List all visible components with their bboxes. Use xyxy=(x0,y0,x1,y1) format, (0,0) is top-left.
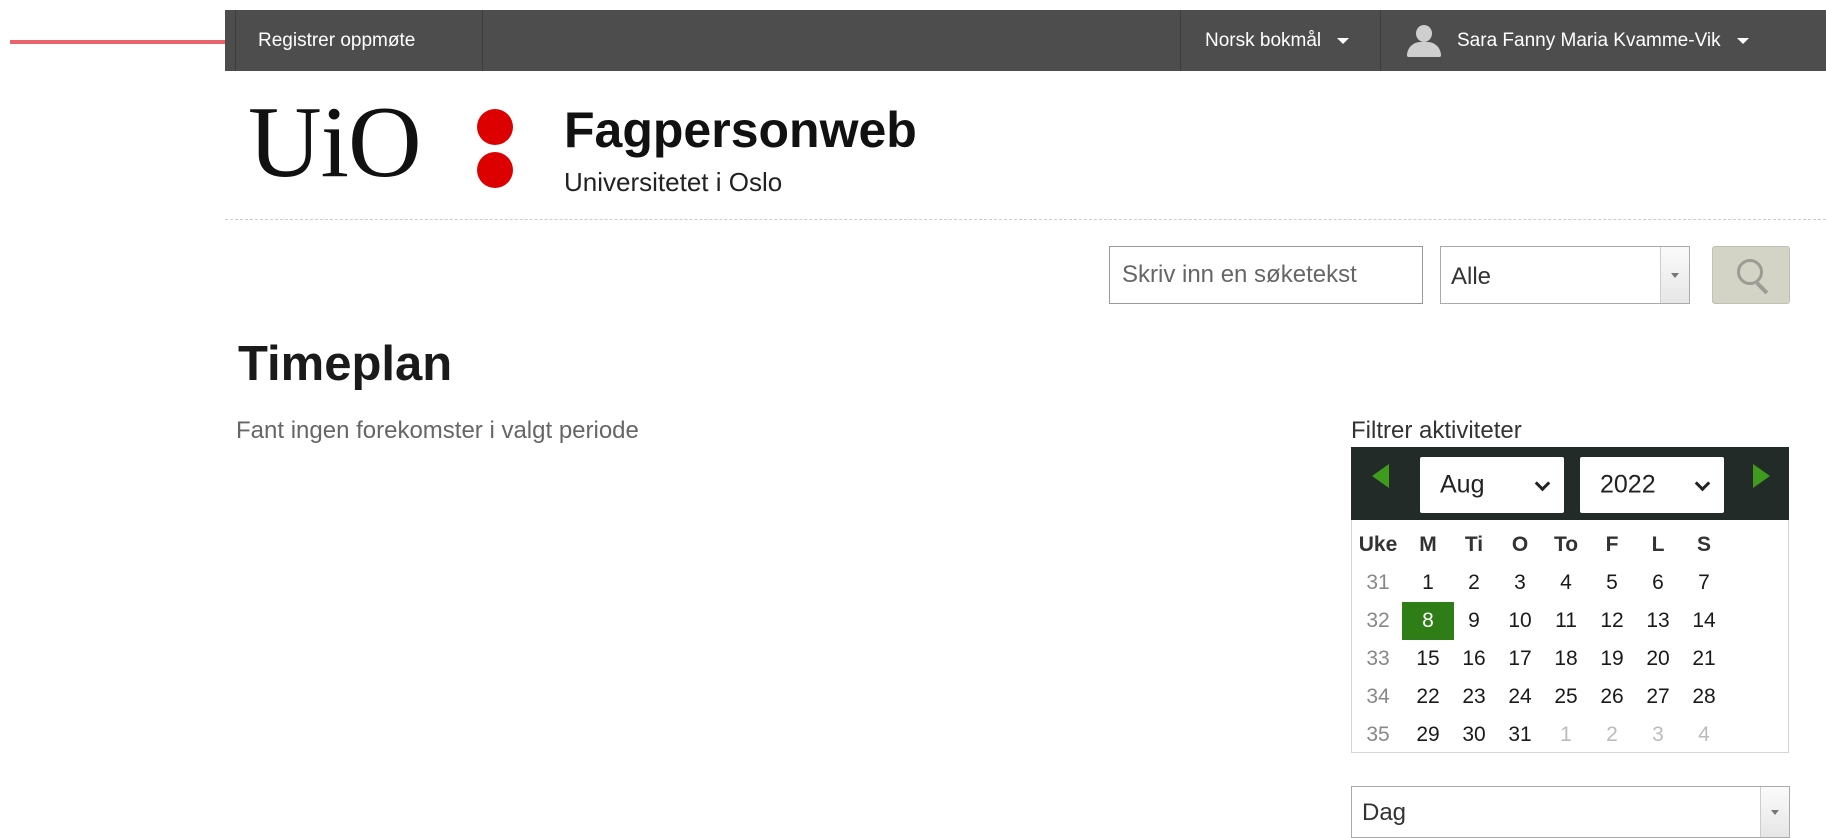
calendar-day[interactable]: 31 xyxy=(1494,716,1546,754)
calendar-day[interactable]: 22 xyxy=(1402,678,1454,716)
top-navbar: Registrer oppmøte Norsk bokmål Sara Fann… xyxy=(225,10,1826,71)
calendar-day[interactable]: 20 xyxy=(1632,640,1684,678)
calendar-week-row: 33 15 16 17 18 19 20 21 xyxy=(1352,640,1790,678)
calendar-day[interactable]: 18 xyxy=(1540,640,1592,678)
week-number[interactable]: 33 xyxy=(1352,640,1404,678)
calendar-day[interactable]: 12 xyxy=(1586,602,1638,640)
previous-month-icon[interactable] xyxy=(1372,464,1389,488)
select-arrow-button[interactable] xyxy=(1660,247,1689,303)
select-arrow-button[interactable] xyxy=(1760,787,1789,837)
week-number[interactable]: 35 xyxy=(1352,716,1404,754)
weekday-header: M xyxy=(1419,533,1437,556)
calendar-day[interactable]: 3 xyxy=(1632,716,1684,754)
register-attendance-label: Registrer oppmøte xyxy=(258,29,416,51)
calendar-day[interactable]: 3 xyxy=(1494,564,1546,602)
chevron-down-icon xyxy=(1671,273,1679,278)
weekday-header: Uke xyxy=(1358,533,1398,556)
calendar-weekday-header: Uke M Ti O To F L S xyxy=(1352,526,1790,564)
week-number[interactable]: 34 xyxy=(1352,678,1404,716)
page-title: Timeplan xyxy=(238,337,453,391)
weekday-header: S xyxy=(1696,533,1711,556)
calendar-day[interactable]: 19 xyxy=(1586,640,1638,678)
search-scope-value: Alle xyxy=(1451,263,1492,290)
month-value: Aug xyxy=(1440,470,1485,499)
calendar-day[interactable]: 30 xyxy=(1448,716,1500,754)
caret-down-icon xyxy=(1736,37,1749,44)
user-menu-dropdown[interactable]: Sara Fanny Maria Kvamme-Vik xyxy=(1381,10,1826,71)
calendar-day[interactable]: 7 xyxy=(1678,564,1730,602)
chevron-down-icon xyxy=(1771,810,1779,815)
calendar-day[interactable]: 14 xyxy=(1678,602,1730,640)
calendar-day[interactable]: 4 xyxy=(1678,716,1730,754)
weekday-header: O xyxy=(1511,533,1529,556)
weekday-header: To xyxy=(1553,533,1579,556)
calendar-day[interactable]: 24 xyxy=(1494,678,1546,716)
calendar-day[interactable]: 11 xyxy=(1540,602,1592,640)
week-number[interactable]: 32 xyxy=(1352,602,1404,640)
calendar-day[interactable]: 15 xyxy=(1402,640,1454,678)
header-divider xyxy=(225,219,1826,220)
user-icon xyxy=(1407,24,1441,57)
year-select[interactable]: 2022 xyxy=(1580,457,1724,513)
view-select[interactable]: Dag xyxy=(1351,786,1790,838)
month-select[interactable]: Aug xyxy=(1420,457,1564,513)
calendar-day[interactable]: 2 xyxy=(1448,564,1500,602)
weekday-header: Ti xyxy=(1464,533,1484,556)
uio-logo[interactable]: UiO xyxy=(248,92,422,194)
calendar-grid: Uke M Ti O To F L S 31 1 2 3 4 5 6 7 32 8 9 10 11 12 13 14 33 15 1… xyxy=(1351,520,1789,753)
calendar-day[interactable]: 5 xyxy=(1586,564,1638,602)
calendar-day[interactable]: 25 xyxy=(1540,678,1592,716)
logo-dot-icon xyxy=(477,152,513,188)
calendar-day[interactable]: 16 xyxy=(1448,640,1500,678)
calendar-week-row: 31 1 2 3 4 5 6 7 xyxy=(1352,564,1790,602)
site-title[interactable]: Fagpersonweb xyxy=(564,101,917,159)
calendar-day-selected[interactable]: 8 xyxy=(1402,602,1454,640)
filter-activities-label: Filtrer aktiviteter xyxy=(1351,417,1522,444)
language-label: Norsk bokmål xyxy=(1205,29,1322,51)
empty-message: Fant ingen forekomster i valgt periode xyxy=(236,417,639,444)
site-subtitle: Universitetet i Oslo xyxy=(564,167,783,197)
search-icon-handle xyxy=(1755,281,1769,295)
calendar-day[interactable]: 27 xyxy=(1632,678,1684,716)
search-icon xyxy=(1737,259,1763,285)
chevron-down-icon xyxy=(1534,475,1551,492)
logo-dot-icon xyxy=(477,109,513,145)
search-input[interactable] xyxy=(1109,246,1423,304)
calendar-day[interactable]: 29 xyxy=(1402,716,1454,754)
weekday-header: F xyxy=(1605,533,1619,556)
calendar-day[interactable]: 9 xyxy=(1448,602,1500,640)
calendar-week-row: 34 22 23 24 25 26 27 28 xyxy=(1352,678,1790,716)
calendar-day[interactable]: 13 xyxy=(1632,602,1684,640)
view-value: Dag xyxy=(1362,799,1407,826)
calendar-day[interactable]: 21 xyxy=(1678,640,1730,678)
calendar-header: Aug 2022 xyxy=(1351,447,1789,520)
calendar-day[interactable]: 23 xyxy=(1448,678,1500,716)
register-attendance-link[interactable]: Registrer oppmøte xyxy=(235,10,483,71)
calendar-day[interactable]: 4 xyxy=(1540,564,1592,602)
calendar-week-row: 35 29 30 31 1 2 3 4 xyxy=(1352,716,1790,754)
search-button[interactable] xyxy=(1712,246,1790,304)
calendar-day[interactable]: 1 xyxy=(1402,564,1454,602)
weekday-header: L xyxy=(1651,533,1665,556)
language-dropdown[interactable]: Norsk bokmål xyxy=(1180,10,1381,71)
calendar-day[interactable]: 2 xyxy=(1586,716,1638,754)
annotation-arrow xyxy=(10,40,250,44)
calendar-day[interactable]: 28 xyxy=(1678,678,1730,716)
calendar-week-row: 32 8 9 10 11 12 13 14 xyxy=(1352,602,1790,640)
calendar-day[interactable]: 1 xyxy=(1540,716,1592,754)
chevron-down-icon xyxy=(1694,475,1711,492)
year-value: 2022 xyxy=(1600,470,1656,499)
week-number[interactable]: 31 xyxy=(1352,564,1404,602)
calendar-day[interactable]: 17 xyxy=(1494,640,1546,678)
calendar-day[interactable]: 6 xyxy=(1632,564,1684,602)
calendar-day[interactable]: 10 xyxy=(1494,602,1546,640)
caret-down-icon xyxy=(1337,37,1350,44)
next-month-icon[interactable] xyxy=(1753,464,1770,488)
search-scope-select[interactable]: Alle xyxy=(1440,246,1690,304)
user-name: Sara Fanny Maria Kvamme-Vik xyxy=(1457,29,1721,51)
calendar-day[interactable]: 26 xyxy=(1586,678,1638,716)
